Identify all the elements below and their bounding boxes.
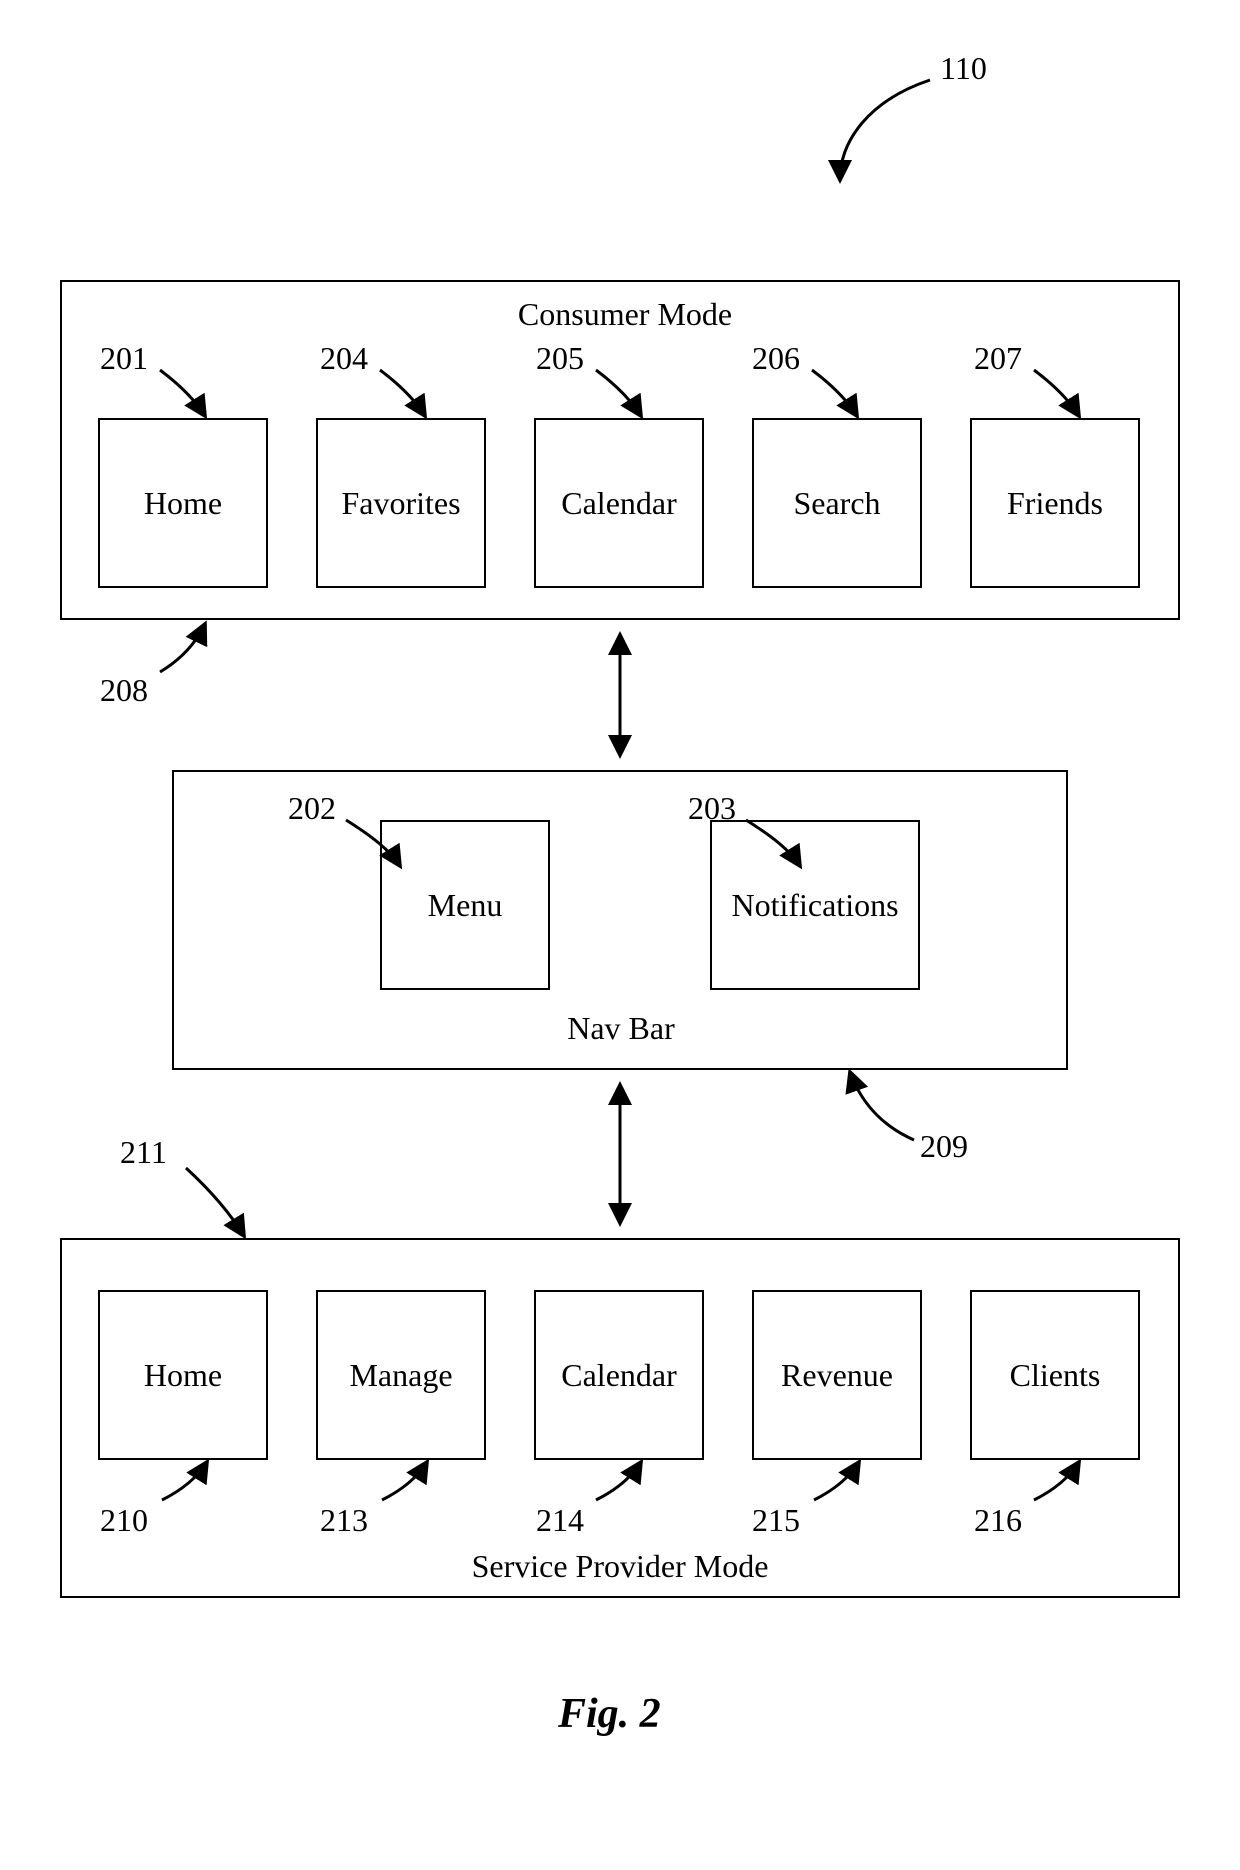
leader-208-icon xyxy=(160,624,205,672)
consumer-box-favorites: Favorites xyxy=(316,418,486,588)
service-provider-title: Service Provider Mode xyxy=(440,1548,800,1585)
nav-box-notifications-label: Notifications xyxy=(731,887,898,924)
ref-207: 207 xyxy=(974,340,1022,377)
leader-211-icon xyxy=(186,1168,244,1236)
ref-206: 206 xyxy=(752,340,800,377)
leader-209-icon xyxy=(850,1072,914,1140)
consumer-box-search-label: Search xyxy=(793,485,880,522)
nav-bar-title: Nav Bar xyxy=(546,1010,696,1047)
consumer-box-calendar-label: Calendar xyxy=(561,485,677,522)
diagram-figure-2: Consumer Mode Home Favorites Calendar Se… xyxy=(0,0,1240,1870)
ref-214: 214 xyxy=(536,1502,584,1539)
consumer-mode-title: Consumer Mode xyxy=(500,296,750,333)
sp-box-manage: Manage xyxy=(316,1290,486,1460)
consumer-box-search: Search xyxy=(752,418,922,588)
consumer-box-calendar: Calendar xyxy=(534,418,704,588)
ref-202: 202 xyxy=(288,790,336,827)
sp-box-home-label: Home xyxy=(144,1357,222,1394)
consumer-box-friends-label: Friends xyxy=(1007,485,1103,522)
ref-216: 216 xyxy=(974,1502,1022,1539)
consumer-box-favorites-label: Favorites xyxy=(341,485,460,522)
ref-201: 201 xyxy=(100,340,148,377)
ref-210: 210 xyxy=(100,1502,148,1539)
ref-213: 213 xyxy=(320,1502,368,1539)
ref-215: 215 xyxy=(752,1502,800,1539)
nav-box-notifications: Notifications xyxy=(710,820,920,990)
ref-203: 203 xyxy=(688,790,736,827)
consumer-box-friends: Friends xyxy=(970,418,1140,588)
ref-209: 209 xyxy=(920,1128,968,1165)
nav-box-menu: Menu xyxy=(380,820,550,990)
ref-211: 211 xyxy=(120,1134,167,1171)
sp-box-clients-label: Clients xyxy=(1010,1357,1101,1394)
consumer-box-home: Home xyxy=(98,418,268,588)
ref-110: 110 xyxy=(940,50,987,87)
ref-205: 205 xyxy=(536,340,584,377)
consumer-box-home-label: Home xyxy=(144,485,222,522)
sp-box-calendar-label: Calendar xyxy=(561,1357,677,1394)
ref-204: 204 xyxy=(320,340,368,377)
sp-box-clients: Clients xyxy=(970,1290,1140,1460)
leader-110-icon xyxy=(840,80,930,180)
sp-box-calendar: Calendar xyxy=(534,1290,704,1460)
sp-box-revenue-label: Revenue xyxy=(781,1357,893,1394)
ref-208: 208 xyxy=(100,672,148,709)
sp-box-revenue: Revenue xyxy=(752,1290,922,1460)
nav-box-menu-label: Menu xyxy=(428,887,503,924)
sp-box-manage-label: Manage xyxy=(349,1357,452,1394)
figure-caption: Fig. 2 xyxy=(558,1690,661,1738)
sp-box-home: Home xyxy=(98,1290,268,1460)
